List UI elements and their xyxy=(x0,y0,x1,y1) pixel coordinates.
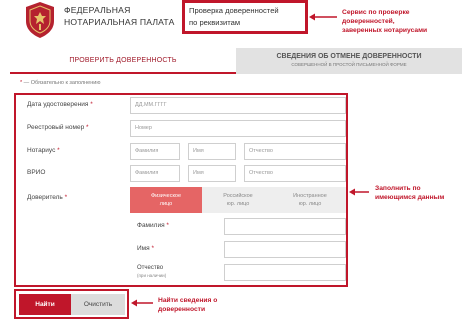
notary-patronymic-input[interactable]: Отчество xyxy=(244,143,346,160)
clear-button[interactable]: Очистить xyxy=(71,294,125,315)
segment-label-line2: юр. лицо xyxy=(298,201,322,207)
segment-label-line1: Российское xyxy=(223,193,253,199)
principal-patronymic-label-text: Отчество xyxy=(137,265,164,271)
tab-check-label: ПРОВЕРИТЬ ДОВЕРЕННОСТЬ xyxy=(69,57,177,64)
principal-patronymic-sublabel: (при наличии) xyxy=(137,273,167,278)
segment-label-line1: Иностранное xyxy=(293,193,327,199)
org-name-line2: НОТАРИАЛЬНАЯ ПАЛАТА xyxy=(64,17,175,27)
registry-number-input[interactable]: Номер xyxy=(130,120,346,137)
annotation-arrow-icon xyxy=(309,13,337,21)
required-star: * xyxy=(20,80,23,86)
date-input[interactable]: ДД.ММ.ГГГГ xyxy=(130,97,346,114)
principal-patronymic-input[interactable] xyxy=(224,264,346,281)
required-star: * xyxy=(57,147,60,154)
annotation-service-line1: Сервис по проверке xyxy=(342,9,410,16)
date-label-text: Дата удостоверения xyxy=(27,101,89,108)
vrio-patronymic-input[interactable]: Отчество xyxy=(244,165,346,182)
annotation-find-line2: доверенности xyxy=(158,306,206,313)
tabs: ПРОВЕРИТЬ ДОВЕРЕННОСТЬ СВЕДЕНИЯ ОБ ОТМЕН… xyxy=(10,48,462,74)
annotation-service: Сервис по проверке доверенностей, завере… xyxy=(342,8,427,35)
tab-revocation-info[interactable]: СВЕДЕНИЯ ОБ ОТМЕНЕ ДОВЕРЕННОСТИ СОВЕРШЕН… xyxy=(236,48,462,74)
segment-label-line1: Физическое xyxy=(150,193,182,199)
notary-chamber-emblem-icon xyxy=(26,2,54,38)
required-star: * xyxy=(86,124,89,131)
tab-revocation-sublabel: СОВЕРШЕННОЙ В ПРОСТОЙ ПИСЬМЕННОЙ ФОРМЕ xyxy=(291,62,407,67)
annotation-arrow-icon xyxy=(349,188,369,196)
vrio-name-input[interactable]: Имя xyxy=(188,165,236,182)
org-name-line1: ФЕДЕРАЛЬНАЯ xyxy=(64,5,131,15)
notary-surname-input[interactable]: Фамилия xyxy=(130,143,180,160)
tab-revocation-label: СВЕДЕНИЯ ОБ ОТМЕНЕ ДОВЕРЕННОСТИ xyxy=(276,53,422,60)
annotation-find-line1: Найти сведения о xyxy=(158,297,218,304)
required-star: * xyxy=(90,101,93,108)
annotation-arrow-icon xyxy=(131,299,153,307)
notary-label: Нотариус * xyxy=(27,147,60,154)
annotation-fill: Заполнить по имеющимся данным xyxy=(375,184,444,202)
notary-name-input[interactable]: Имя xyxy=(188,143,236,160)
principal-label-text: Доверитель xyxy=(27,194,63,201)
tab-check-power-of-attorney[interactable]: ПРОВЕРИТЬ ДОВЕРЕННОСТЬ xyxy=(10,48,236,74)
vrio-surname-input[interactable]: Фамилия xyxy=(130,165,180,182)
annotation-service-line2: доверенностей, xyxy=(342,18,395,25)
notary-label-text: Нотариус xyxy=(27,147,56,154)
principal-patronymic-label: Отчество (при наличии) xyxy=(137,264,166,280)
principal-surname-label-text: Фамилия xyxy=(137,222,165,229)
annotation-find: Найти сведения о доверенности xyxy=(158,296,217,314)
segment-label-line2: юр. лицо xyxy=(226,201,250,207)
registry-number-label-text: Реестровый номер xyxy=(27,124,85,131)
organization-name: ФЕДЕРАЛЬНАЯ НОТАРИАЛЬНАЯ ПАЛАТА xyxy=(64,4,175,28)
principal-label: Доверитель * xyxy=(27,194,67,201)
principal-surname-label: Фамилия * xyxy=(137,222,169,229)
annotation-fill-line2: имеющимся данным xyxy=(375,194,445,201)
required-note-text: — Обязательно к заполнению xyxy=(23,80,101,86)
annotation-fill-line1: Заполнить по xyxy=(375,185,421,192)
date-label: Дата удостоверения * xyxy=(27,101,93,108)
page-root: { "header": { "org_line1": "ФЕДЕРАЛЬНАЯ"… xyxy=(0,0,466,320)
search-type-line2: по реквизитам xyxy=(189,18,241,27)
principal-name-input[interactable] xyxy=(224,241,346,258)
annotation-service-line3: заверенных нотариусами xyxy=(342,27,428,34)
vrio-label: ВРИО xyxy=(27,169,46,176)
search-type-line1: Проверка доверенностей xyxy=(189,6,279,15)
principal-type-russian-legal[interactable]: Российское юр. лицо xyxy=(202,187,274,213)
principal-name-label-text: Имя xyxy=(137,245,150,252)
registry-number-label: Реестровый номер * xyxy=(27,124,89,131)
principal-type-individual[interactable]: Физическое лицо xyxy=(130,187,202,213)
required-star: * xyxy=(151,245,155,252)
principal-type-foreign-legal[interactable]: Иностранное юр. лицо xyxy=(274,187,346,213)
find-button[interactable]: Найти xyxy=(19,294,71,315)
segment-label-line2: лицо xyxy=(159,201,173,207)
search-type-title-box: Проверка доверенностей по реквизитам xyxy=(182,0,308,34)
required-star: * xyxy=(64,194,68,201)
required-note: * — Обязательно к заполнению xyxy=(20,80,100,86)
required-star: * xyxy=(166,222,169,229)
principal-surname-input[interactable] xyxy=(224,218,346,235)
principal-name-label: Имя * xyxy=(137,245,154,252)
